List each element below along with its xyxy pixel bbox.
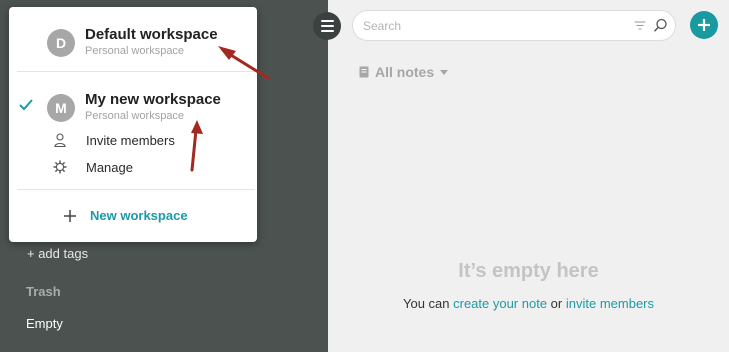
trash-empty-item[interactable]: Empty [26,316,63,331]
gear-icon [53,160,67,174]
search-bar [352,10,676,41]
workspace-subtitle: Personal workspace [85,45,185,57]
workspace-dropdown: D Default workspace Personal workspace M… [9,7,257,242]
add-tags-link[interactable]: + add tags [27,246,88,261]
add-note-button[interactable] [690,11,718,39]
notes-header-title: All notes [375,64,435,80]
workspace-avatar: M [47,94,75,122]
empty-state-title: It’s empty here [458,260,599,282]
notes-filter-dropdown[interactable]: All notes [359,64,449,80]
new-workspace-label: New workspace [90,208,188,223]
invite-members-menu-item[interactable]: Invite members [53,130,175,150]
filter-icon[interactable] [634,20,646,32]
invite-members-link[interactable]: invite members [566,296,654,311]
search-input[interactable] [363,17,603,35]
checkmark-icon [19,99,33,111]
notebook-icon [359,66,369,78]
workspace-option-default[interactable]: D Default workspace Personal workspace [9,24,257,64]
plus-icon [64,209,76,222]
divider [17,189,255,190]
empty-state-prefix: You can [402,296,454,311]
new-workspace-button[interactable]: New workspace [63,208,188,223]
menu-toggle-button[interactable] [313,12,341,40]
workspace-option-my-new[interactable]: M My new workspace Personal workspace [9,89,257,129]
menu-item-label: Invite members [86,132,175,148]
person-icon [54,133,66,147]
empty-state-description: You can create your note or invite membe… [328,296,729,311]
workspace-subtitle: Personal workspace [85,110,185,122]
menu-item-label: Manage [86,159,133,175]
workspace-name: Default workspace [85,26,218,43]
plus-icon [698,19,710,31]
manage-menu-item[interactable]: Manage [53,157,133,177]
caret-down-icon [440,69,449,75]
main-panel: All notes It’s empty here You can create… [328,0,729,352]
divider [17,71,255,72]
create-note-link[interactable]: create your note [453,296,547,311]
workspace-avatar: D [47,29,75,57]
empty-state-middle: or [547,296,566,311]
trash-section-heading: Trash [26,284,61,299]
search-icon[interactable] [653,18,668,33]
workspace-name: My new workspace [85,91,221,108]
